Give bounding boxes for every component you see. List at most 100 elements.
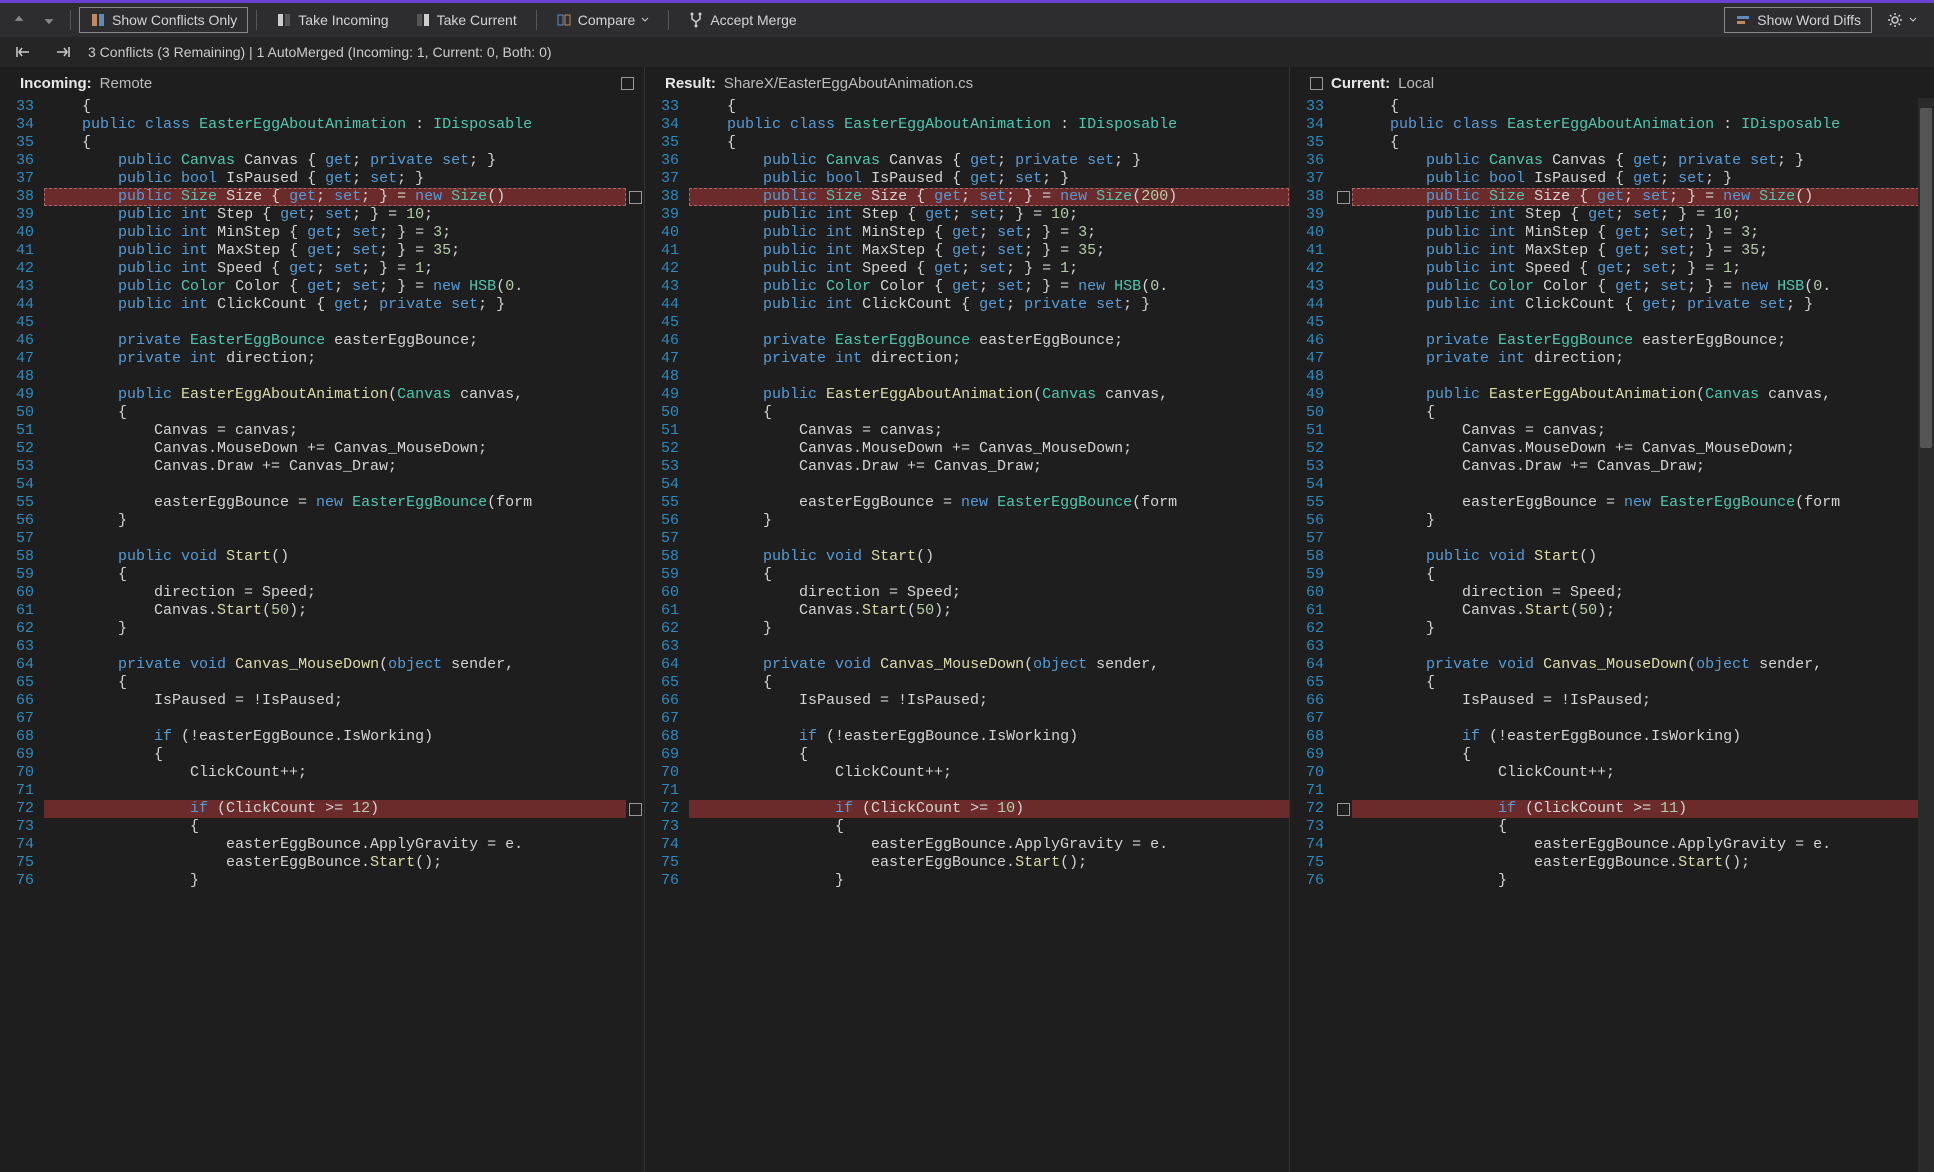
code-line: 44 public int ClickCount { get; private …: [1290, 296, 1934, 314]
code-text: private void Canvas_MouseDown(object sen…: [1352, 656, 1934, 674]
conflict-checkbox[interactable]: [1337, 191, 1350, 204]
merge-icon: [688, 12, 704, 28]
code-text: {: [44, 566, 626, 584]
code-line: 47 private int direction;: [0, 350, 644, 368]
code-text: public EasterEggAboutAnimation(Canvas ca…: [44, 386, 626, 404]
code-text: public int MinStep { get; set; } = 3;: [689, 224, 1289, 242]
take-current-button[interactable]: Take Current: [404, 7, 528, 33]
conflict-checkbox[interactable]: [629, 803, 642, 816]
code-text: public int MaxStep { get; set; } = 35;: [689, 242, 1289, 260]
conflict-checkbox[interactable]: [629, 191, 642, 204]
line-number: 35: [0, 134, 44, 152]
code-text: private EasterEggBounce easterEggBounce;: [44, 332, 626, 350]
compare-label: Compare: [578, 12, 636, 28]
incoming-title: Incoming:: [20, 75, 92, 92]
line-number: 65: [645, 674, 689, 692]
code-text: public Size Size { get; set; } = new Siz…: [1352, 188, 1934, 206]
code-text: easterEggBounce.ApplyGravity = e.: [689, 836, 1289, 854]
code-text: {: [44, 746, 626, 764]
code-line: 51 Canvas = canvas;: [1290, 422, 1934, 440]
code-line: 60 direction = Speed;: [1290, 584, 1934, 602]
code-text: IsPaused = !IsPaused;: [44, 692, 626, 710]
incoming-code[interactable]: 33 {34 public class EasterEggAboutAnimat…: [0, 98, 644, 1172]
line-number: 41: [0, 242, 44, 260]
code-text: public Size Size { get; set; } = new Siz…: [44, 188, 626, 206]
line-number: 61: [1290, 602, 1334, 620]
line-number: 62: [1290, 620, 1334, 638]
line-number: 61: [0, 602, 44, 620]
current-code[interactable]: 33 {34 public class EasterEggAboutAnimat…: [1290, 98, 1934, 1172]
line-number: 54: [1290, 476, 1334, 494]
code-text: Canvas.MouseDown += Canvas_MouseDown;: [44, 440, 626, 458]
code-text: private EasterEggBounce easterEggBounce;: [689, 332, 1289, 350]
code-text: if (ClickCount >= 12): [44, 800, 626, 818]
code-line: 70 ClickCount++;: [0, 764, 644, 782]
vertical-scrollbar[interactable]: [1918, 98, 1934, 1172]
line-number: 73: [0, 818, 44, 836]
go-first-button[interactable]: [8, 43, 38, 61]
code-line: 57: [1290, 530, 1934, 548]
code-line: 66 IsPaused = !IsPaused;: [0, 692, 644, 710]
code-line: 59 {: [1290, 566, 1934, 584]
code-text: easterEggBounce = new EasterEggBounce(fo…: [1352, 494, 1934, 512]
line-number: 37: [1290, 170, 1334, 188]
code-text: public Color Color { get; set; } = new H…: [689, 278, 1289, 296]
code-line: 60 direction = Speed;: [645, 584, 1289, 602]
accept-merge-button[interactable]: Accept Merge: [677, 7, 807, 33]
code-text: if (!easterEggBounce.IsWorking): [689, 728, 1289, 746]
code-text: }: [689, 620, 1289, 638]
code-line: 49 public EasterEggAboutAnimation(Canvas…: [645, 386, 1289, 404]
line-number: 53: [1290, 458, 1334, 476]
code-line: 63: [0, 638, 644, 656]
line-number: 42: [645, 260, 689, 278]
code-line: 36 public Canvas Canvas { get; private s…: [645, 152, 1289, 170]
code-text: public int ClickCount { get; private set…: [1352, 296, 1934, 314]
conflict-checkbox[interactable]: [1337, 803, 1350, 816]
go-last-button[interactable]: [48, 43, 78, 61]
arrow-up-icon: [12, 13, 26, 27]
line-number: 46: [1290, 332, 1334, 350]
prev-conflict-arrow[interactable]: [6, 9, 32, 31]
scroll-thumb[interactable]: [1920, 108, 1932, 448]
line-number: 64: [645, 656, 689, 674]
code-line: 75 easterEggBounce.Start();: [645, 854, 1289, 872]
code-text: {: [689, 134, 1289, 152]
code-text: public EasterEggAboutAnimation(Canvas ca…: [689, 386, 1289, 404]
line-number: 38: [1290, 188, 1334, 206]
settings-button[interactable]: [1876, 7, 1928, 33]
code-line: 73 {: [0, 818, 644, 836]
code-line: 67: [0, 710, 644, 728]
code-line: 40 public int MinStep { get; set; } = 3;: [645, 224, 1289, 242]
code-line: 45: [0, 314, 644, 332]
code-line: 39 public int Step { get; set; } = 10;: [645, 206, 1289, 224]
incoming-select-all-checkbox[interactable]: [621, 77, 634, 90]
code-line: 41 public int MaxStep { get; set; } = 35…: [1290, 242, 1934, 260]
code-text: public int MinStep { get; set; } = 3;: [44, 224, 626, 242]
code-line: 38 public Size Size { get; set; } = new …: [0, 188, 644, 206]
compare-button[interactable]: Compare: [545, 7, 661, 33]
code-text: {: [689, 674, 1289, 692]
arrow-right-stop-icon: [54, 45, 72, 59]
take-incoming-button[interactable]: Take Incoming: [265, 7, 399, 33]
current-select-all-checkbox[interactable]: [1310, 77, 1323, 90]
line-number: 58: [645, 548, 689, 566]
current-header: Current: Local: [1290, 67, 1934, 98]
code-text: private void Canvas_MouseDown(object sen…: [44, 656, 626, 674]
code-line: 59 {: [0, 566, 644, 584]
take-current-icon: [415, 12, 431, 28]
result-code[interactable]: 33 {34 public class EasterEggAboutAnimat…: [645, 98, 1289, 1172]
code-line: 71: [1290, 782, 1934, 800]
show-word-diffs-button[interactable]: Show Word Diffs: [1724, 7, 1872, 33]
next-conflict-arrow[interactable]: [36, 9, 62, 31]
line-number: 62: [645, 620, 689, 638]
code-line: 73 {: [1290, 818, 1934, 836]
line-number: 70: [645, 764, 689, 782]
line-number: 47: [645, 350, 689, 368]
line-number: 56: [645, 512, 689, 530]
line-number: 44: [1290, 296, 1334, 314]
line-number: 34: [1290, 116, 1334, 134]
code-text: }: [44, 512, 626, 530]
show-conflicts-only-button[interactable]: Show Conflicts Only: [79, 7, 248, 33]
code-line: 58 public void Start(): [645, 548, 1289, 566]
code-text: public int Step { get; set; } = 10;: [1352, 206, 1934, 224]
